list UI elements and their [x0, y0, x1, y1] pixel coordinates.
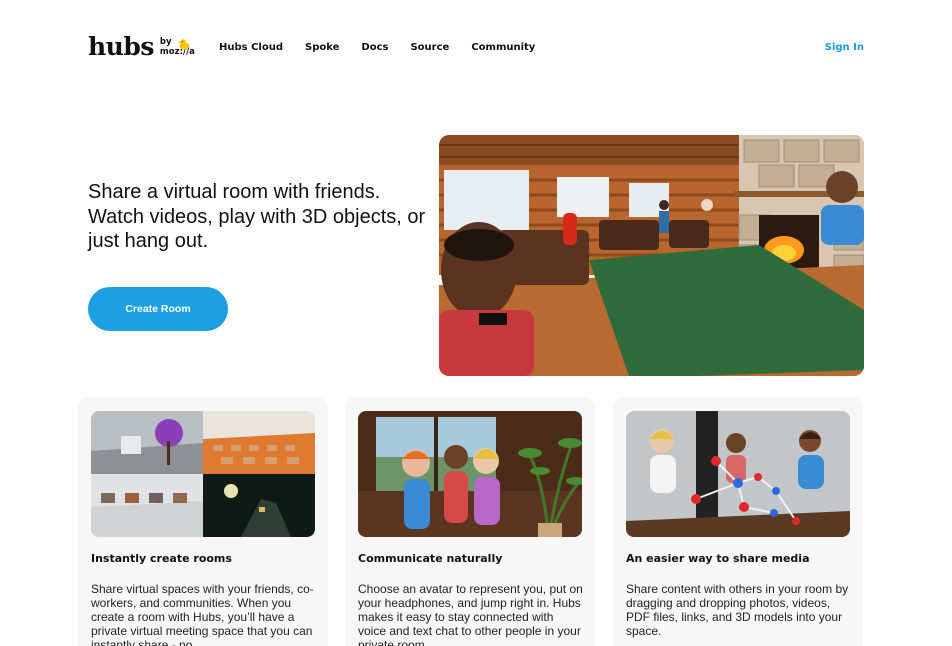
feature-card-create-rooms: Instantly create rooms Share virtual spa… [78, 397, 328, 646]
card-title: Instantly create rooms [91, 552, 232, 565]
nav-source[interactable]: Source [410, 42, 449, 53]
nav-docs[interactable]: Docs [361, 42, 388, 53]
card-title: Communicate naturally [358, 552, 503, 565]
room-collage-image [91, 411, 315, 537]
hero-headline: Share a virtual room with friends. Watch… [88, 181, 426, 252]
logo-wordmark: hubs [88, 32, 154, 61]
feature-card-share-media: An easier way to share media Share conte… [613, 397, 863, 646]
nav-spoke[interactable]: Spoke [305, 42, 339, 53]
card-title: An easier way to share media [626, 552, 810, 565]
sign-in-link[interactable]: Sign In [825, 42, 864, 53]
card-body: Choose an avatar to represent you, put o… [358, 582, 583, 646]
duck-icon [178, 39, 190, 50]
nav-community[interactable]: Community [471, 42, 535, 53]
main-nav: Hubs Cloud Spoke Docs Source Community [219, 42, 557, 53]
site-header: hubs by moz://a Hubs Cloud Spoke Docs So… [0, 0, 952, 95]
hubs-logo[interactable]: hubs by moz://a [88, 34, 195, 60]
create-room-button[interactable]: Create Room [88, 287, 228, 331]
feature-card-communicate: Communicate naturally Choose an avatar t… [345, 397, 595, 646]
nav-hubs-cloud[interactable]: Hubs Cloud [219, 42, 283, 53]
avatars-by-window-image [358, 411, 582, 537]
card-body: Share content with others in your room b… [626, 582, 849, 638]
virtual-lodge-room-image [439, 135, 864, 376]
avatars-with-molecule-image [626, 411, 850, 537]
card-body: Share virtual spaces with your friends, … [91, 582, 314, 646]
